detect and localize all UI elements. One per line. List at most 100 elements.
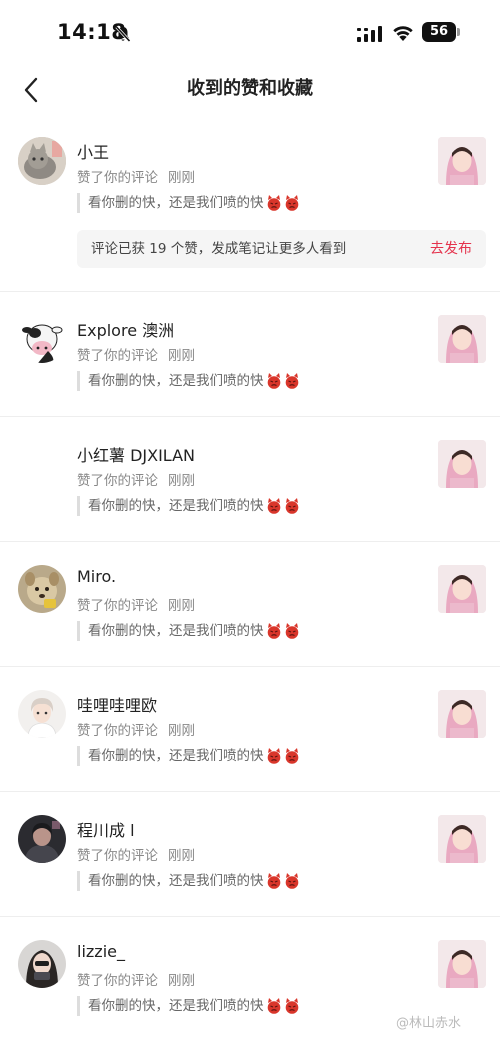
portrait-thumbnail-icon — [438, 690, 486, 738]
angry-devil-emoji-icon — [285, 195, 298, 211]
angry-devil-emoji-icon — [267, 998, 280, 1014]
back-arrow-icon[interactable] — [16, 74, 48, 106]
action-line: 赞了你的评论 刚刚 — [77, 844, 195, 864]
portrait-thumbnail-icon — [438, 440, 486, 488]
comment-quote[interactable]: 看你删的快，还是我们喷的快 — [77, 996, 300, 1016]
note-thumbnail[interactable] — [438, 137, 486, 185]
avatar[interactable] — [18, 137, 66, 185]
note-thumbnail[interactable] — [438, 440, 486, 488]
timestamp: 刚刚 — [168, 170, 195, 186]
action-line: 赞了你的评论 刚刚 — [77, 166, 195, 186]
portrait-thumbnail-icon — [438, 315, 486, 363]
comment-quote[interactable]: 看你删的快，还是我们喷的快 — [77, 496, 300, 516]
comment-quote[interactable]: 看你删的快，还是我们喷的快 — [77, 871, 300, 891]
battery-level: 56 — [429, 24, 449, 39]
action-text: 赞了你的评论 — [77, 170, 158, 186]
comment-text: 看你删的快，还是我们喷的快 — [88, 195, 264, 211]
angry-devil-emoji-icon — [267, 373, 280, 389]
angry-devil-emoji-icon — [267, 873, 280, 889]
list-item[interactable]: 哇哩哇哩欧 赞了你的评论 刚刚 看你删的快，还是我们喷的快 — [0, 667, 500, 792]
angry-devil-emoji-icon — [285, 373, 298, 389]
battery-icon: 56 — [422, 22, 460, 42]
list-item[interactable]: 小红薯 DJXILAN 赞了你的评论 刚刚 看你删的快，还是我们喷的快 — [0, 417, 500, 542]
action-text: 赞了你的评论 — [77, 348, 158, 364]
note-thumbnail[interactable] — [438, 940, 486, 988]
comment-quote[interactable]: 看你删的快，还是我们喷的快 — [77, 193, 300, 213]
angry-devil-emoji-icon — [267, 623, 280, 639]
bell-muted-icon — [115, 25, 131, 43]
avatar[interactable] — [18, 815, 66, 863]
action-text: 赞了你的评论 — [77, 473, 158, 489]
avatar[interactable] — [18, 315, 66, 363]
username[interactable]: 程川成 l — [77, 817, 135, 841]
timestamp: 刚刚 — [168, 473, 195, 489]
angry-devil-emoji-icon — [285, 998, 298, 1014]
watermark: @林山赤水 — [396, 1016, 462, 1031]
action-line: 赞了你的评论 刚刚 — [77, 344, 195, 364]
angry-devil-emoji-icon — [267, 748, 280, 764]
promo-banner[interactable]: 评论已获 19 个赞，发成笔记让更多人看到 去发布 — [77, 230, 486, 268]
angry-devil-emoji-icon — [267, 195, 280, 211]
notification-list: 小王 赞了你的评论 刚刚 看你删的快，还是我们喷的快 评论已获 19 个赞，发成笔… — [0, 114, 500, 1041]
publish-link[interactable]: 去发布 — [430, 230, 472, 268]
action-text: 赞了你的评论 — [77, 723, 158, 739]
timestamp: 刚刚 — [168, 598, 195, 614]
wifi-icon — [393, 26, 413, 41]
comment-quote[interactable]: 看你删的快，还是我们喷的快 — [77, 746, 300, 766]
pet-avatar-icon — [18, 565, 66, 613]
username[interactable]: 小红薯 DJXILAN — [77, 442, 195, 466]
comment-text: 看你删的快，还是我们喷的快 — [88, 498, 264, 514]
username[interactable]: 小王 — [77, 139, 109, 163]
action-text: 赞了你的评论 — [77, 598, 158, 614]
portrait-thumbnail-icon — [438, 565, 486, 613]
angry-devil-emoji-icon — [285, 498, 298, 514]
username[interactable]: Explore 澳洲 — [77, 317, 174, 341]
dark-person-avatar-icon — [18, 815, 66, 863]
avatar[interactable] — [18, 690, 66, 738]
note-thumbnail[interactable] — [438, 815, 486, 863]
comment-text: 看你删的快，还是我们喷的快 — [88, 623, 264, 639]
action-line: 赞了你的评论 刚刚 — [77, 719, 195, 739]
username[interactable]: Miro. — [77, 567, 116, 586]
username[interactable]: 哇哩哇哩欧 — [77, 692, 157, 716]
action-line: 赞了你的评论 刚刚 — [77, 469, 195, 489]
avatar[interactable] — [18, 565, 66, 613]
comment-quote[interactable]: 看你删的快，还是我们喷的快 — [77, 371, 300, 391]
portrait-thumbnail-icon — [438, 940, 486, 988]
comment-text: 看你删的快，还是我们喷的快 — [88, 998, 264, 1014]
comment-text: 看你删的快，还是我们喷的快 — [88, 873, 264, 889]
comment-quote[interactable]: 看你删的快，还是我们喷的快 — [77, 621, 300, 641]
comment-text: 看你删的快，还是我们喷的快 — [88, 373, 264, 389]
note-thumbnail[interactable] — [438, 565, 486, 613]
avatar[interactable] — [18, 440, 66, 488]
status-bar: 14:18 56 — [0, 0, 500, 66]
list-item[interactable]: Miro. 赞了你的评论 刚刚 看你删的快，还是我们喷的快 — [0, 542, 500, 667]
timestamp: 刚刚 — [168, 973, 195, 989]
timestamp: 刚刚 — [168, 848, 195, 864]
cow-avatar-icon — [18, 315, 66, 363]
action-text: 赞了你的评论 — [77, 973, 158, 989]
promo-text: 评论已获 19 个赞，发成笔记让更多人看到 — [91, 241, 347, 257]
portrait-thumbnail-icon — [438, 815, 486, 863]
person-avatar-icon — [18, 690, 66, 738]
comment-text: 看你删的快，还是我们喷的快 — [88, 748, 264, 764]
angry-devil-emoji-icon — [285, 873, 298, 889]
cellular-signal-icon — [357, 26, 382, 42]
cat-photo-avatar-icon — [18, 137, 66, 185]
timestamp: 刚刚 — [168, 348, 195, 364]
girl-avatar-icon — [18, 940, 66, 988]
avatar[interactable] — [18, 940, 66, 988]
list-item[interactable]: 程川成 l 赞了你的评论 刚刚 看你删的快，还是我们喷的快 — [0, 792, 500, 917]
note-thumbnail[interactable] — [438, 690, 486, 738]
portrait-thumbnail-icon — [438, 137, 486, 185]
action-text: 赞了你的评论 — [77, 848, 158, 864]
angry-devil-emoji-icon — [267, 498, 280, 514]
timestamp: 刚刚 — [168, 723, 195, 739]
username[interactable]: lizzie_ — [77, 942, 125, 961]
action-line: 赞了你的评论 刚刚 — [77, 594, 195, 614]
note-thumbnail[interactable] — [438, 315, 486, 363]
list-item[interactable]: 小王 赞了你的评论 刚刚 看你删的快，还是我们喷的快 评论已获 19 个赞，发成笔… — [0, 114, 500, 292]
angry-devil-emoji-icon — [285, 623, 298, 639]
page-title: 收到的赞和收藏 — [187, 78, 313, 99]
list-item[interactable]: Explore 澳洲 赞了你的评论 刚刚 看你删的快，还是我们喷的快 — [0, 292, 500, 417]
